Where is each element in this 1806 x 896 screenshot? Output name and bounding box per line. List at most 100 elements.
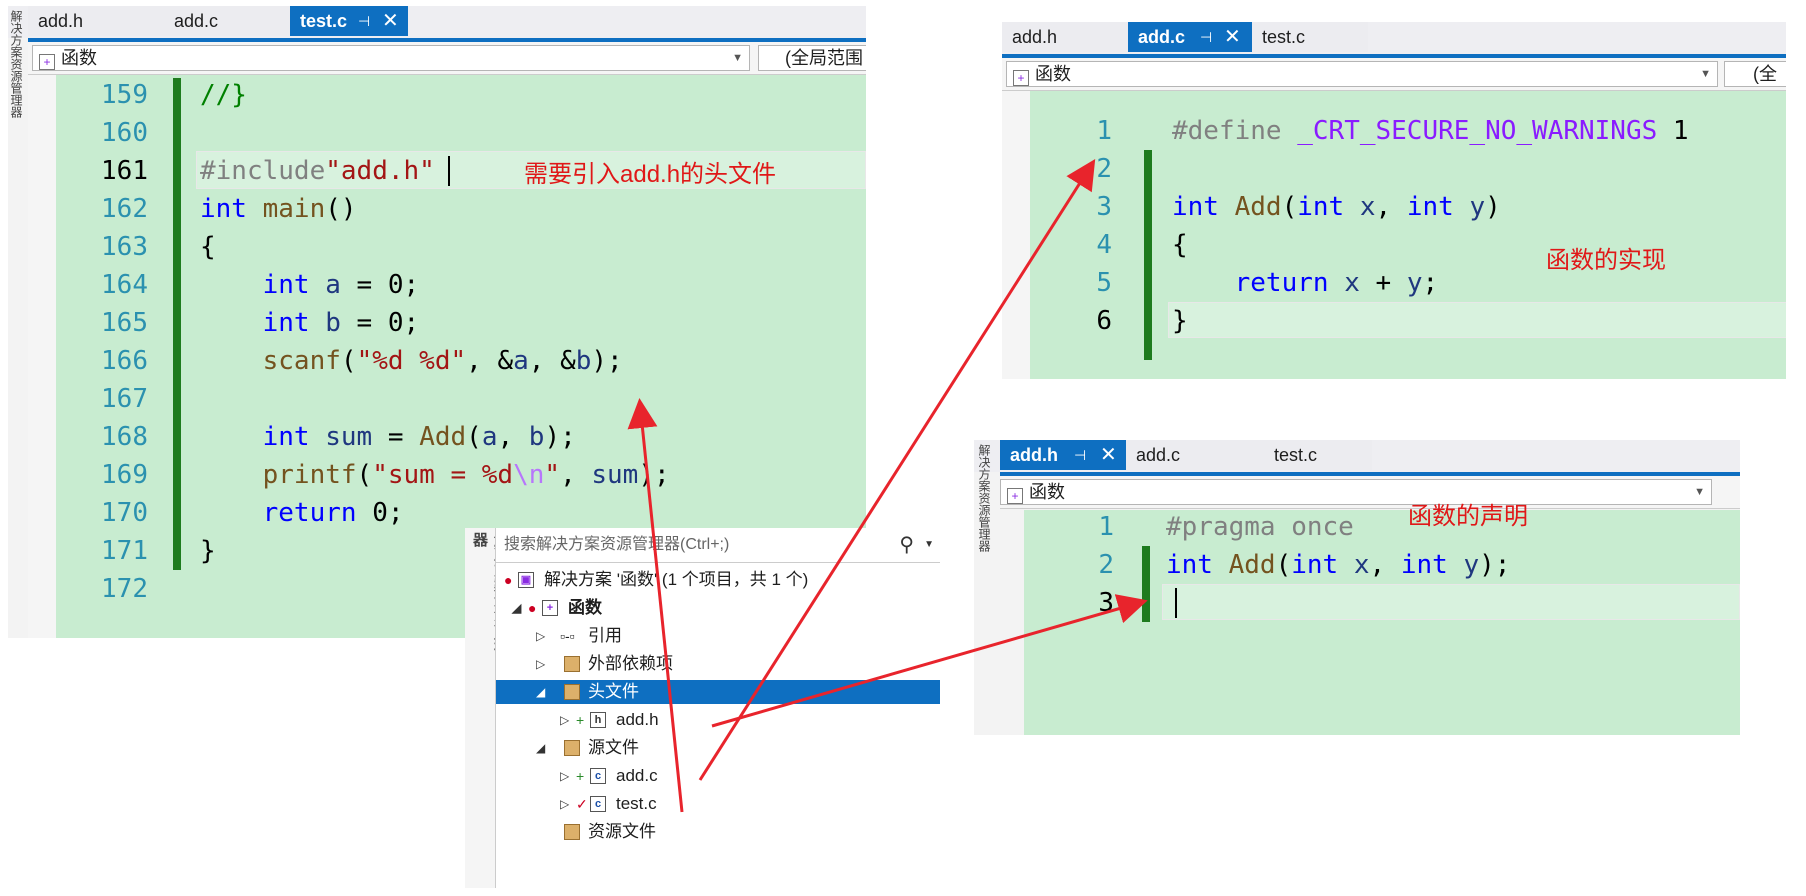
function-icon: + (1007, 488, 1023, 504)
keyword-token: int (262, 270, 310, 300)
collapsed-icon[interactable]: ▷ (560, 764, 569, 788)
expanded-icon[interactable]: ◢ (536, 736, 545, 760)
search-icon[interactable]: ⚲ (899, 528, 914, 562)
code-line: int b = 0; (200, 306, 420, 340)
escape-token: \n (513, 460, 545, 490)
number-token: 1 (1672, 116, 1689, 146)
preprocessor-token: #define (1172, 116, 1282, 146)
change-indicator (1144, 150, 1152, 360)
punct-token: () (325, 194, 357, 224)
variable-token: a (513, 346, 529, 376)
solution-icon: ▣ (518, 572, 534, 588)
tab-add-h[interactable]: add.h ⊣ ✕ (1000, 440, 1126, 470)
tab-add-c[interactable]: add.c (154, 6, 290, 36)
tree-item-solution[interactable]: ● ▣ 解决方案 '函数' (1 个项目，共 1 个) (496, 568, 940, 592)
string-token: "sum = %d (372, 460, 514, 490)
change-indicator (173, 78, 181, 570)
punct-token: = 0; (340, 270, 420, 300)
line-number-current: 161 (101, 156, 148, 186)
close-icon[interactable]: ✕ (1224, 22, 1241, 52)
line-number: 172 (101, 574, 148, 604)
line-number: 171 (101, 536, 148, 566)
minus-icon: ● (528, 600, 537, 616)
line-number-current: 3 (1098, 588, 1114, 618)
line-number: 166 (101, 346, 148, 376)
editor-add-h: add.h ⊣ ✕ add.c test.c + 函数 ▼ 解决方案资源管理器 1… (974, 440, 1740, 735)
annotation-declaration: 函数的声明 (1408, 503, 1528, 530)
code-line: { (200, 232, 216, 262)
tab-add-h[interactable]: add.h (28, 6, 154, 36)
folder-icon (564, 656, 580, 672)
scope-dropdown[interactable]: + 函数 ▼ (1006, 61, 1718, 87)
tree-item-add-c[interactable]: ▷ + c add.c (496, 764, 940, 788)
tab-label: add.c (174, 11, 219, 31)
tab-label: add.h (1012, 27, 1058, 47)
tree-item-add-h[interactable]: ▷ + h add.h (496, 708, 940, 732)
global-scope-dropdown[interactable]: (全 (1724, 61, 1786, 87)
code-line: int sum = Add(a, b); (262, 422, 576, 452)
tree-item-label: 函数 (568, 598, 602, 617)
variable-token: b (325, 308, 341, 338)
tree-item-external-deps[interactable]: ▷ 外部依赖项 (496, 652, 940, 676)
side-panel-label: 解决方案资源管理器 (977, 444, 991, 552)
code-line: return x + y; (1234, 268, 1439, 298)
tab-add-c[interactable]: add.c (1126, 440, 1254, 470)
pin-icon[interactable]: ⊣ (358, 6, 370, 36)
tab-test-c[interactable]: test.c ⊣ ✕ (290, 6, 408, 36)
code-line: #define _CRT_SECURE_NO_WARNINGS 1 (1172, 114, 1689, 148)
tree-item-label: 头文件 (588, 682, 639, 701)
search-input[interactable]: 搜索解决方案资源管理器(Ctrl+;) (504, 528, 729, 562)
navigation-bar: + 函数 ▼ (1000, 476, 1740, 509)
pin-icon[interactable]: ⊣ (1074, 440, 1086, 470)
global-scope-dropdown[interactable]: (全局范围 (758, 45, 866, 71)
close-icon[interactable]: ✕ (382, 6, 399, 36)
expanded-icon[interactable]: ◢ (512, 596, 521, 620)
tree-item-label: 引用 (588, 626, 622, 645)
line-number-gutter (1002, 91, 1030, 379)
tree-item-references[interactable]: ▷ ▫-▫ 引用 (496, 624, 940, 648)
variable-token: y (1463, 550, 1480, 580)
tree-item-resource-files[interactable]: 资源文件 (496, 820, 940, 844)
string-token: "add.h" (325, 156, 435, 186)
tab-add-h[interactable]: add.h (1002, 22, 1128, 52)
tab-add-c[interactable]: add.c ⊣ ✕ (1128, 22, 1252, 52)
macro-token: _CRT_SECURE_NO_WARNINGS (1297, 116, 1658, 146)
tree-item-test-c[interactable]: ▷ ✓ c test.c (496, 792, 940, 816)
collapsed-icon[interactable]: ▷ (536, 624, 545, 648)
chevron-down-icon[interactable]: ▼ (924, 528, 934, 562)
keyword-token: int (1166, 550, 1213, 580)
scope-dropdown[interactable]: + 函数 ▼ (1000, 479, 1712, 505)
search-box[interactable]: 搜索解决方案资源管理器(Ctrl+;) ⚲ ▼ (496, 528, 940, 563)
punct-token: 0; (356, 498, 404, 528)
line-number: 2 (1098, 550, 1114, 580)
tree-item-source-files[interactable]: ◢ 源文件 (496, 736, 940, 760)
annotation-include-header: 需要引入add.h的头文件 (524, 161, 777, 188)
collapsed-icon[interactable]: ▷ (560, 792, 569, 816)
tab-label: add.c (1136, 445, 1181, 465)
tab-label: test.c (1274, 445, 1318, 465)
line-number: 4 (1096, 230, 1112, 260)
collapsed-icon[interactable]: ▷ (560, 708, 569, 732)
line-number: 3 (1096, 192, 1112, 222)
tab-label: add.h (38, 11, 84, 31)
tree-item-project[interactable]: ◢ ● + 函数 (496, 596, 940, 620)
pin-icon[interactable]: ⊣ (1200, 22, 1212, 52)
annotation-implementation: 函数的实现 (1546, 247, 1666, 274)
plus-icon: + (576, 712, 585, 728)
variable-token: sum (325, 422, 373, 452)
global-scope-label: (全局范围 (785, 48, 863, 68)
line-number: 165 (101, 308, 148, 338)
tree-item-header-files[interactable]: ◢ 头文件 (496, 680, 940, 704)
expanded-icon[interactable]: ◢ (536, 680, 545, 704)
filter-folder-icon (564, 740, 580, 756)
tab-test-c[interactable]: test.c (1252, 22, 1368, 52)
collapsed-icon[interactable]: ▷ (536, 652, 545, 676)
close-icon[interactable]: ✕ (1100, 440, 1117, 470)
tab-test-c[interactable]: test.c (1254, 440, 1372, 470)
preprocessor-token: #include (200, 156, 326, 186)
code-line: { (1172, 230, 1188, 260)
punct-token: = 0; (340, 308, 420, 338)
code-editor[interactable] (1024, 510, 1740, 735)
scope-dropdown[interactable]: + 函数 ▼ (32, 45, 750, 71)
line-number: 1 (1098, 512, 1114, 542)
